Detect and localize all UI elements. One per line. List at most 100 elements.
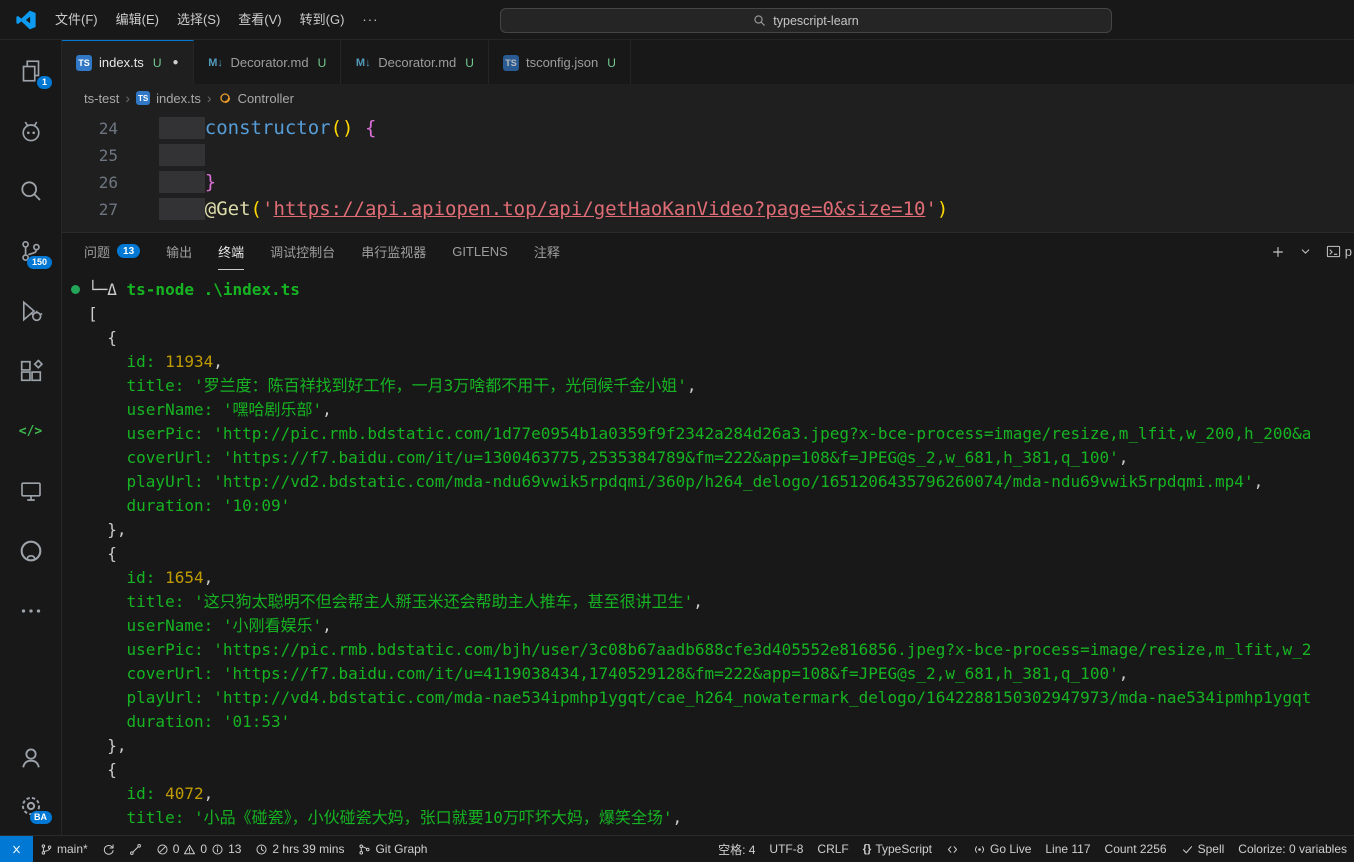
code-line: 24 constructor() { [62, 115, 1354, 142]
git-status: U [607, 56, 616, 70]
status-text: 2 hrs 39 mins [272, 842, 344, 856]
panel-tab-问题[interactable]: 问题13 [84, 233, 140, 270]
git-status: U [465, 56, 474, 70]
status-text: Colorize: 0 variables [1238, 842, 1347, 856]
go-live[interactable]: Go Live [966, 836, 1038, 862]
editor-lines: 24 constructor() {25 26 }27 @Get('https:… [62, 115, 1354, 223]
remote-explorer-icon[interactable] [18, 478, 44, 504]
terminal-line: duration: '01:53' [88, 710, 1354, 734]
panel-tab-调试控制台[interactable]: 调试控制台 [270, 233, 335, 270]
title-bar: 文件(F)编辑(E)选择(S)查看(V)转到(G)··· typescript-… [0, 0, 1354, 40]
clock-icon [255, 843, 268, 856]
time-tracker[interactable]: 2 hrs 39 mins [248, 836, 351, 862]
terminal-line: coverUrl: 'https://f7.baidu.com/it/u=130… [88, 446, 1354, 470]
line-number: 24 [62, 115, 134, 142]
terminal-tab-item[interactable]: p [1326, 244, 1352, 259]
git-branch[interactable]: main* [33, 836, 95, 862]
code-content [134, 142, 205, 169]
line-indicator[interactable]: Line 117 [1038, 836, 1097, 862]
brackets-icon: {} [863, 843, 872, 855]
more-views-icon[interactable] [18, 598, 44, 624]
activity-bar: 1 150 </> [0, 40, 62, 835]
terminal-line: title: '罗兰度：陈百祥找到好工作，一月3万啥都不用干，光伺候千金小姐', [88, 374, 1354, 398]
tab-tsconfig.json[interactable]: TStsconfig.jsonU [489, 40, 631, 84]
breadcrumb-item[interactable]: ts-test [84, 91, 119, 106]
tab-index.ts[interactable]: TSindex.tsU● [62, 40, 194, 84]
code-content: @Get('https://api.apiopen.top/api/getHao… [134, 196, 948, 223]
terminal-tab-label: p [1345, 244, 1352, 259]
spell-checker[interactable]: Spell [1174, 836, 1232, 862]
code-status[interactable] [939, 836, 966, 862]
remote-indicator[interactable] [0, 836, 33, 862]
accounts-icon[interactable] [18, 745, 44, 771]
menu-more[interactable]: ··· [353, 0, 387, 40]
terminal-line: userPic: 'http://pic.rmb.bdstatic.com/1d… [88, 422, 1354, 446]
tab-Decorator.md[interactable]: M↓Decorator.mdU [194, 40, 342, 84]
command-center[interactable]: typescript-learn [500, 8, 1112, 33]
breadcrumb-item[interactable]: index.ts [156, 91, 201, 106]
menu-选择(S)[interactable]: 选择(S) [168, 0, 229, 40]
code-brackets-icon[interactable]: </> [18, 418, 44, 444]
editor[interactable]: 24 constructor() {25 26 }27 @Get('https:… [62, 112, 1354, 232]
code-content: constructor() { [134, 115, 376, 142]
git-sync[interactable] [95, 836, 122, 862]
commit-graph[interactable] [122, 836, 149, 862]
branch-icon [40, 843, 53, 856]
status-text: 13 [228, 842, 241, 856]
status-text: 空格: 4 [718, 841, 755, 858]
panel-tab-终端[interactable]: 终端 [218, 233, 244, 270]
menu-转到(G)[interactable]: 转到(G) [291, 0, 354, 40]
terminal-profile-chevron[interactable] [1299, 245, 1312, 258]
extensions-icon[interactable] [18, 358, 44, 384]
code-line: 25 [62, 142, 1354, 169]
check-icon [1181, 843, 1194, 856]
new-terminal-button[interactable] [1271, 245, 1285, 259]
breadcrumb: ts-test›TSindex.ts›Controller [62, 84, 1354, 112]
run-debug-icon[interactable] [18, 298, 44, 324]
language-mode[interactable]: {}TypeScript [856, 836, 939, 862]
code-line: 27 @Get('https://api.apiopen.top/api/get… [62, 196, 1354, 223]
menu-查看(V)[interactable]: 查看(V) [229, 0, 290, 40]
file-type-icon: TS [136, 91, 150, 105]
status-text: Line 117 [1045, 842, 1090, 856]
panel-tab-输出[interactable]: 输出 [166, 233, 192, 270]
git-status: U [318, 56, 327, 70]
class-symbol-icon [218, 91, 232, 105]
platformio-icon[interactable] [18, 118, 44, 144]
search-icon[interactable] [18, 178, 44, 204]
error-icon [156, 843, 169, 856]
panel-tab-串行监视器[interactable]: 串行监视器 [361, 233, 426, 270]
breadcrumb-item[interactable]: Controller [238, 91, 294, 106]
panel-tab-label: 终端 [218, 242, 244, 261]
terminal-line: { [88, 326, 1354, 350]
tab-Decorator.md[interactable]: M↓Decorator.mdU [341, 40, 489, 84]
terminal-line: { [88, 542, 1354, 566]
status-text: main* [57, 842, 88, 856]
eol[interactable]: CRLF [810, 836, 855, 862]
github-icon[interactable] [18, 538, 44, 564]
terminal-lines: └─Δ ts-node .\index.ts[ { id: 11934, tit… [88, 278, 1354, 830]
settings-gear-icon[interactable]: BA [18, 793, 44, 819]
panel-tab-注释[interactable]: 注释 [534, 233, 560, 270]
modified-dot[interactable]: ● [172, 57, 178, 68]
source-control-icon[interactable]: 150 [18, 238, 44, 264]
indentation[interactable]: 空格: 4 [711, 836, 762, 862]
menu-编辑(E)[interactable]: 编辑(E) [107, 0, 168, 40]
terminal-line: coverUrl: 'https://f7.baidu.com/it/u=411… [88, 662, 1354, 686]
terminal[interactable]: └─Δ ts-node .\index.ts[ { id: 11934, tit… [62, 270, 1354, 835]
file-type-icon: TS [76, 55, 92, 71]
panel-tab-badge: 13 [117, 244, 140, 258]
panel-tab-GITLENS[interactable]: GITLENS [452, 233, 508, 270]
encoding[interactable]: UTF-8 [762, 836, 810, 862]
menu-文件(F)[interactable]: 文件(F) [46, 0, 107, 40]
explorer-icon[interactable]: 1 [18, 58, 44, 84]
line-number: 26 [62, 169, 134, 196]
problems[interactable]: 0013 [149, 836, 249, 862]
status-text: 0 [173, 842, 180, 856]
terminal-line: }, [88, 734, 1354, 758]
command-decoration[interactable] [71, 285, 80, 294]
word-count[interactable]: Count 2256 [1098, 836, 1174, 862]
git-graph[interactable]: Git Graph [351, 836, 434, 862]
remote-icon [10, 843, 23, 856]
colorize[interactable]: Colorize: 0 variables [1231, 836, 1354, 862]
